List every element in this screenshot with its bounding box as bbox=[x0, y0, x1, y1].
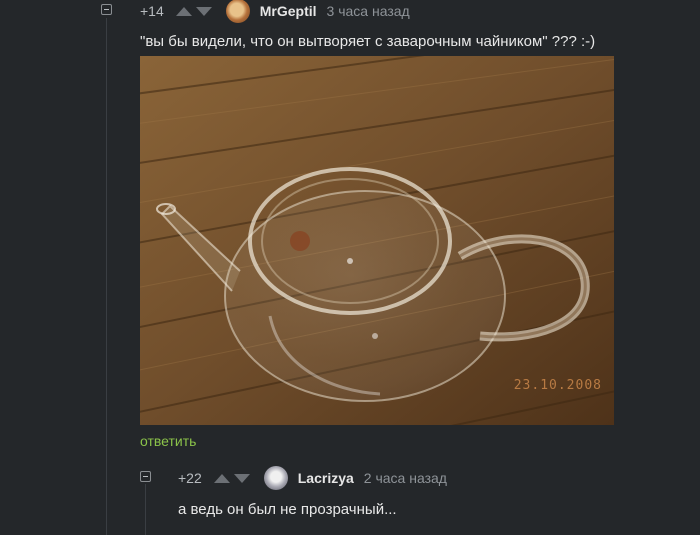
comment-thread: +14 MrGeptil 3 часа назад "вы бы видели,… bbox=[0, 0, 700, 535]
comment-timestamp[interactable]: 2 часа назад bbox=[364, 470, 447, 486]
downvote-icon[interactable] bbox=[195, 6, 212, 16]
collapse-button[interactable] bbox=[101, 4, 112, 15]
photo-date-stamp: 23.10.2008 bbox=[513, 378, 602, 393]
collapse-button[interactable] bbox=[140, 471, 151, 482]
comment-text: а ведь он был не прозрачный... bbox=[178, 501, 397, 518]
comment-timestamp[interactable]: 3 часа назад bbox=[327, 3, 410, 19]
username[interactable]: MrGeptil bbox=[260, 3, 317, 19]
teapot-photo[interactable]: 23.10.2008 bbox=[140, 56, 614, 425]
username[interactable]: Lacrizya bbox=[298, 470, 354, 486]
comment-rating: +14 bbox=[140, 3, 164, 19]
comment-rating: +22 bbox=[178, 470, 202, 486]
comment-text: "вы бы видели, что он вытворяет с заваро… bbox=[140, 33, 596, 50]
upvote-icon[interactable] bbox=[213, 473, 230, 483]
reply-link[interactable]: ответить bbox=[140, 433, 196, 449]
avatar[interactable] bbox=[225, 0, 250, 23]
avatar[interactable] bbox=[263, 466, 288, 490]
comment-header: +14 MrGeptil 3 часа назад bbox=[140, 0, 410, 23]
comment-header: +22 Lacrizya 2 часа назад bbox=[178, 466, 447, 490]
upvote-icon[interactable] bbox=[175, 6, 192, 16]
thread-line bbox=[106, 18, 107, 535]
downvote-icon[interactable] bbox=[233, 473, 250, 483]
thread-line-nested bbox=[145, 484, 146, 535]
